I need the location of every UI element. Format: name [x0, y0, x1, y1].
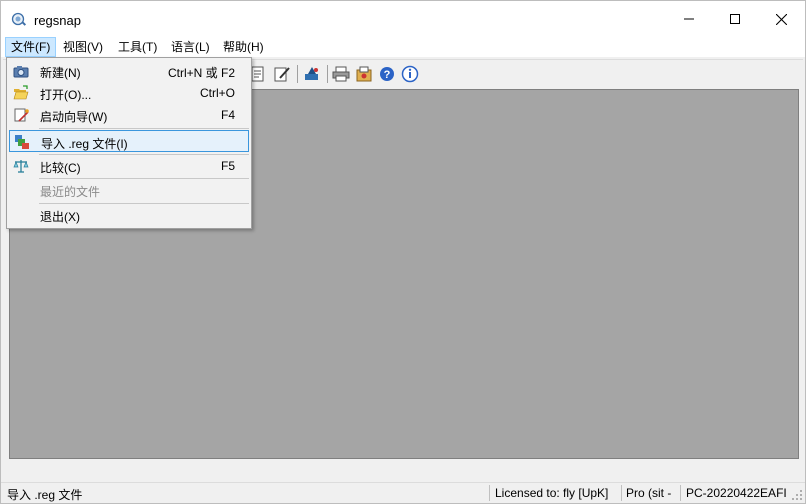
maximize-icon [730, 14, 740, 24]
menu-item-new[interactable]: 新建(N) Ctrl+N 或 F2 [9, 60, 249, 82]
close-button[interactable] [758, 1, 804, 37]
info-icon[interactable] [401, 65, 419, 83]
window-title: regsnap [34, 13, 81, 28]
menu-item-label: 最近的文件 [40, 185, 101, 199]
menu-item-label: 新建(N) [40, 66, 81, 80]
status-edition: Pro (sit - [626, 486, 672, 500]
file-menu-dropdown: 新建(N) Ctrl+N 或 F2 打开(O)... Ctrl+O 启动向导(W… [6, 57, 252, 229]
menu-item-label: 启动向导(W) [40, 110, 108, 124]
menu-item-shortcut: Ctrl+O [199, 86, 235, 100]
app-icon [11, 12, 27, 26]
menu-language[interactable]: 语言(L) [166, 37, 215, 57]
svg-text:?: ? [384, 69, 391, 81]
toolbar-separator [297, 65, 298, 83]
menu-item-import-reg[interactable]: 导入 .reg 文件(I) [9, 130, 249, 152]
import-reg-icon [15, 135, 29, 149]
menu-item-compare[interactable]: 比较(C) F5 [9, 155, 249, 177]
menu-tools[interactable]: 工具(T) [113, 37, 162, 57]
menu-item-shortcut: F4 [220, 108, 235, 122]
status-computer: PC-20220422EAFI [686, 486, 787, 500]
minimize-icon [684, 18, 694, 20]
status-bar: 导入 .reg 文件 Licensed to: fly [UpK] Pro (s… [1, 482, 805, 503]
menu-item-label: 退出(X) [40, 210, 80, 224]
menu-item-label: 比较(C) [40, 161, 81, 175]
edit-icon[interactable] [273, 65, 291, 83]
menu-item-recent-files: 最近的文件 [9, 179, 249, 201]
menu-item-wizard[interactable]: 启动向导(W) F4 [9, 104, 249, 126]
menu-bar: 文件(F) 视图(V) 工具(T) 语言(L) 帮助(H) [1, 37, 805, 57]
menu-item-open[interactable]: 打开(O)... Ctrl+O [9, 82, 249, 104]
scales-icon [13, 160, 29, 173]
status-license: Licensed to: fly [UpK] [495, 486, 609, 500]
menu-file[interactable]: 文件(F) [5, 37, 57, 57]
camera-icon [13, 66, 29, 78]
maximize-button[interactable] [712, 1, 758, 37]
folder-open-icon [13, 85, 29, 100]
status-separator [621, 485, 622, 501]
menu-item-label: 导入 .reg 文件(I) [41, 137, 128, 151]
status-separator [489, 485, 490, 501]
settings-icon[interactable] [355, 65, 373, 83]
menu-item-shortcut: Ctrl+N 或 F2 [167, 66, 235, 80]
print-icon[interactable] [332, 65, 350, 83]
minimize-button[interactable] [666, 1, 712, 37]
wizard-icon [14, 108, 29, 122]
title-bar: regsnap [1, 1, 805, 37]
menu-item-label: 打开(O)... [40, 88, 92, 102]
menu-help[interactable]: 帮助(H) [218, 37, 269, 57]
app-window: regsnap 文件(F) 视图(V) 工具(T) 语言(L) 帮助(H) ? … [0, 0, 806, 504]
menu-item-shortcut: F5 [220, 159, 235, 173]
menu-item-exit[interactable]: 退出(X) [9, 204, 249, 226]
toolbar-separator [327, 65, 328, 83]
close-icon [775, 13, 787, 25]
help-icon[interactable]: ? [378, 65, 396, 83]
status-separator [680, 485, 681, 501]
tools-icon[interactable] [303, 65, 321, 83]
menu-separator [39, 128, 249, 129]
resize-grip-icon[interactable] [791, 489, 803, 501]
menu-view[interactable]: 视图(V) [58, 37, 108, 57]
status-message: 导入 .reg 文件 [7, 488, 83, 502]
